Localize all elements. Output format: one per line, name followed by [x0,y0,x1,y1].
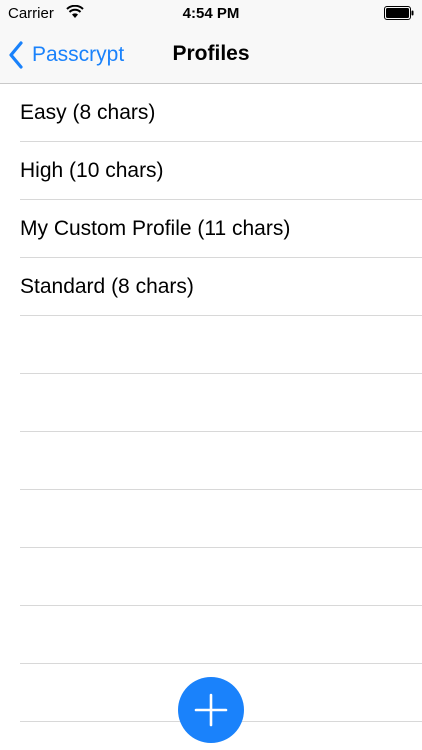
empty-row [0,490,422,548]
profile-list: Easy (8 chars) High (10 chars) My Custom… [0,84,422,722]
empty-row [0,548,422,606]
profile-row[interactable]: Easy (8 chars) [0,84,422,142]
profile-row[interactable]: Standard (8 chars) [0,258,422,316]
page-title: Profiles [172,42,250,65]
empty-row [0,374,422,432]
profile-row[interactable]: My Custom Profile (11 chars) [0,200,422,258]
status-bar: Carrier 4:54 PM [0,0,422,28]
profile-label: Standard (8 chars) [20,275,194,298]
navigation-bar: Passcrypt Profiles [0,28,422,84]
battery-icon [384,6,414,20]
add-profile-button[interactable] [178,677,244,743]
profile-label: High (10 chars) [20,159,164,182]
status-time: 4:54 PM [182,5,240,22]
empty-row [0,606,422,664]
empty-row [0,432,422,490]
profile-label: My Custom Profile (11 chars) [20,217,291,240]
profile-label: Easy (8 chars) [20,101,156,124]
profile-row[interactable]: High (10 chars) [0,142,422,200]
empty-row [0,316,422,374]
plus-icon [194,693,228,727]
